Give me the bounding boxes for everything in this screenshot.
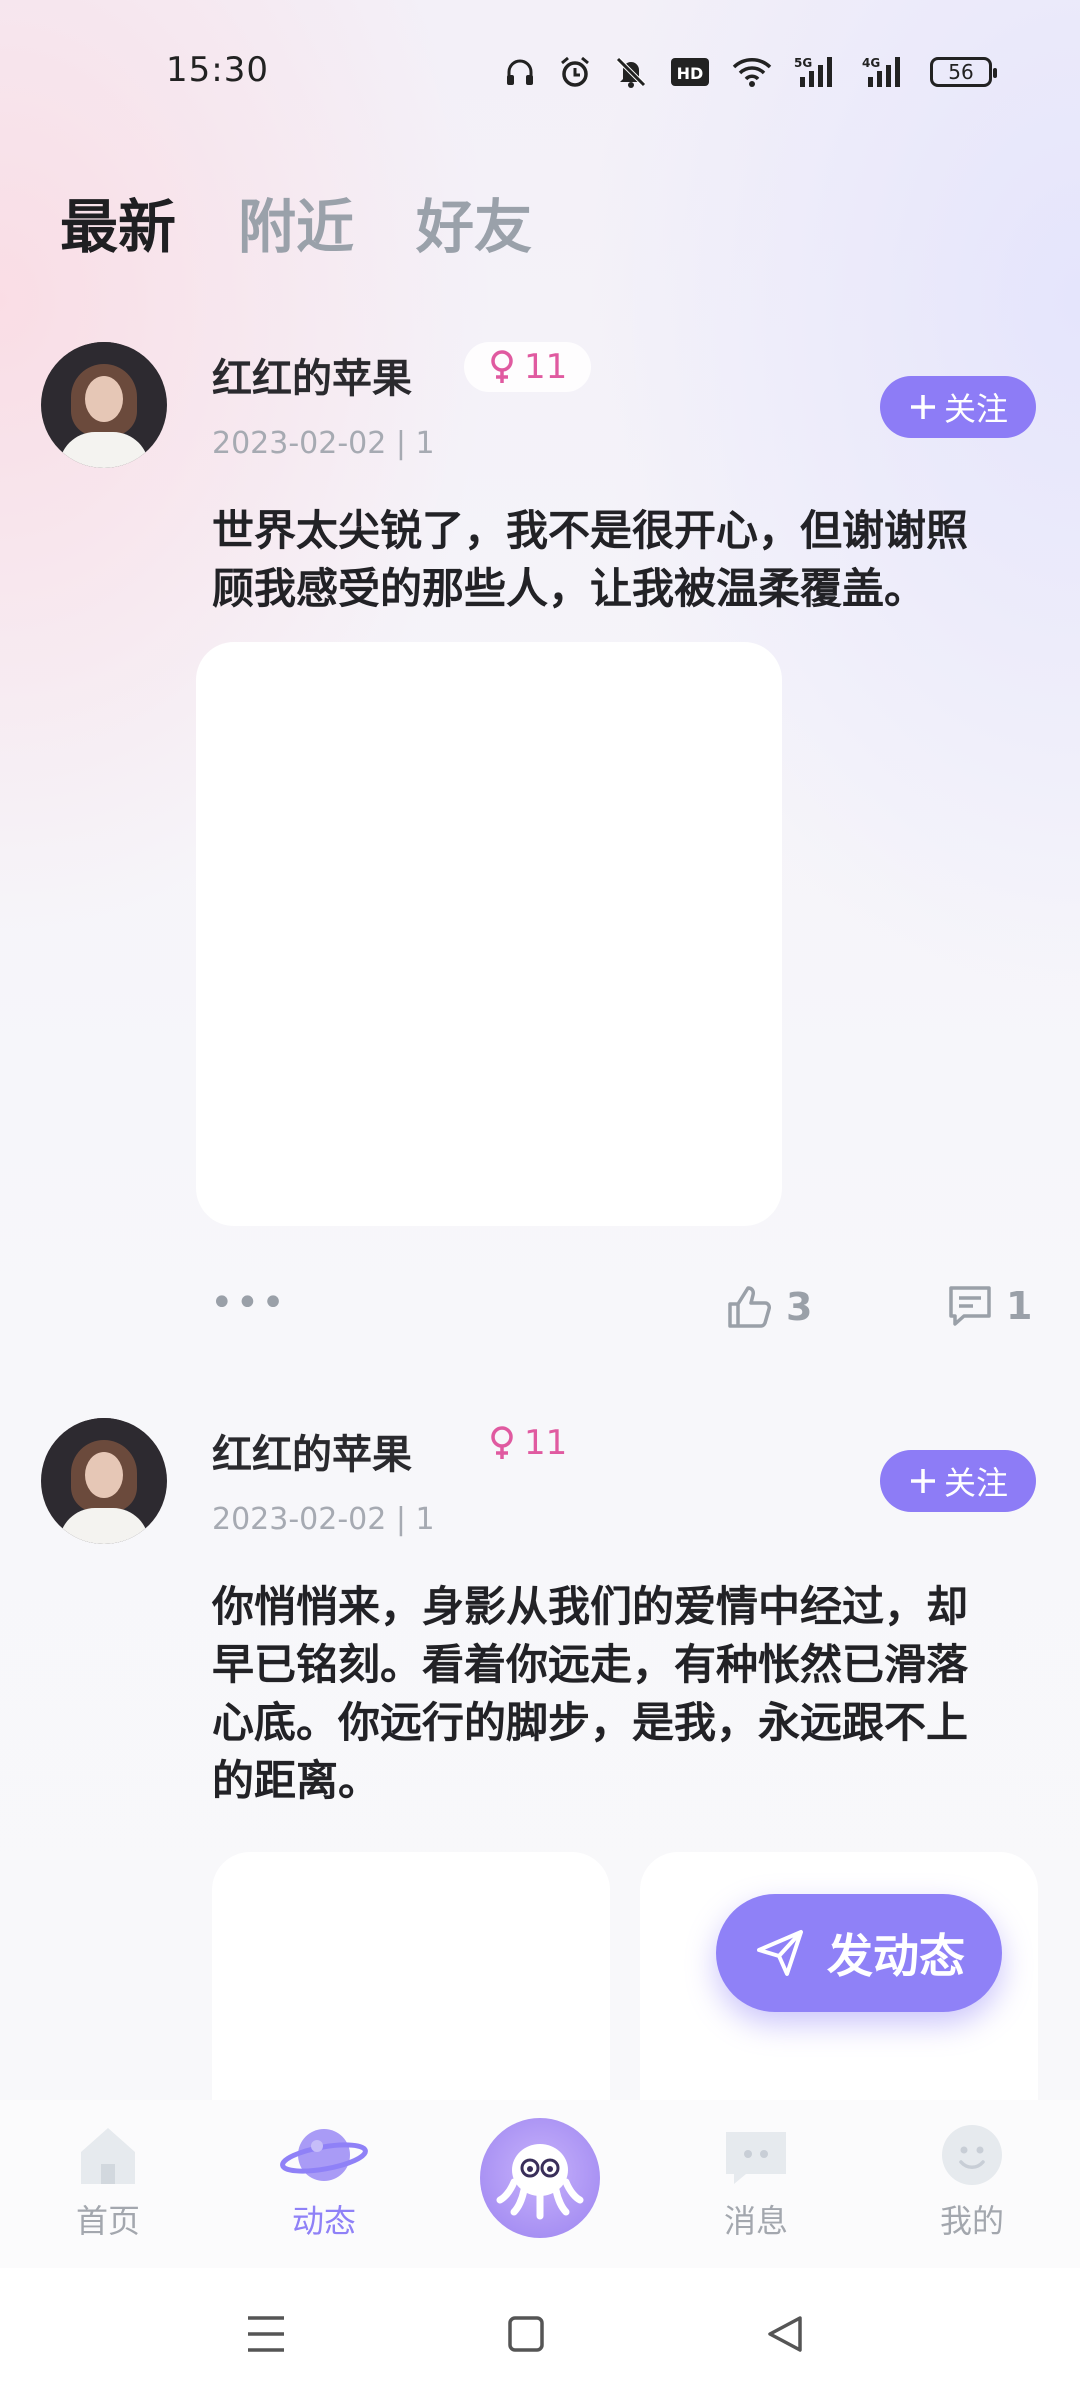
content-line: 顾我感受的那些人，让我被温柔覆盖。 — [212, 564, 927, 613]
signal-4g-icon: 4G — [862, 56, 900, 87]
svg-text:HD: HD — [677, 64, 704, 83]
menu-icon[interactable] — [246, 2312, 286, 2356]
age-value: 11 — [524, 347, 568, 387]
octopus-icon — [496, 2144, 584, 2220]
system-navigation-bar — [0, 2268, 1080, 2400]
battery-icon: 56 — [930, 57, 997, 87]
follow-label: 关注 — [943, 1464, 1008, 1502]
send-icon — [757, 1930, 803, 1976]
post-author-name[interactable]: 红红的苹果 — [212, 346, 412, 404]
follow-button[interactable]: 关注 — [880, 376, 1036, 438]
profile-icon — [942, 2125, 1002, 2185]
gender-age-badge: 11 — [464, 342, 592, 392]
status-time: 15:30 — [166, 50, 269, 90]
female-icon — [491, 1426, 513, 1459]
mute-icon — [616, 57, 646, 88]
post-status-label: 发动态 — [827, 1929, 965, 1983]
nav-feed[interactable]: 动态 — [254, 2118, 394, 2242]
plus-icon — [910, 1469, 935, 1493]
avatar[interactable] — [41, 342, 167, 468]
hd-icon: HD — [671, 58, 709, 86]
planet-icon — [280, 2129, 368, 2181]
svg-text:4G: 4G — [862, 56, 880, 70]
nav-messages[interactable]: 消息 — [686, 2118, 826, 2242]
home-square-icon[interactable] — [506, 2312, 546, 2356]
follow-label: 关注 — [943, 390, 1008, 428]
like-count: 3 — [786, 1285, 813, 1329]
post-meta: 2023-02-02 | 1 — [212, 426, 435, 461]
post-author-name[interactable]: 红红的苹果 — [212, 1422, 412, 1480]
female-icon — [491, 350, 513, 383]
more-options-icon[interactable]: ••• — [210, 1280, 287, 1326]
alarm-icon — [561, 56, 589, 87]
svg-text:5G: 5G — [794, 56, 812, 70]
post-content: 你悄悄来，身影从我们的爱情中经过，却 早已铭刻。看着你远走，有种怅然已滑落 心底… — [212, 1578, 1022, 1810]
tab-latest[interactable]: 最新 — [60, 180, 176, 264]
signal-5g-icon: 5G — [794, 56, 832, 87]
post-content: 世界太尖锐了，我不是很开心，但谢谢照 顾我感受的那些人，让我被温柔覆盖。 — [212, 502, 1022, 618]
nav-profile[interactable]: 我的 — [902, 2118, 1042, 2242]
comment-count: 1 — [1006, 1284, 1033, 1328]
comment-icon — [949, 1286, 991, 1326]
home-icon — [81, 2128, 135, 2184]
comment-button[interactable]: 1 — [946, 1282, 1032, 1330]
follow-button[interactable]: 关注 — [880, 1450, 1036, 1512]
gender-age-badge: 11 — [464, 1418, 591, 1468]
content-line: 世界太尖锐了，我不是很开心，但谢谢照 — [212, 506, 969, 555]
message-icon — [726, 2132, 786, 2184]
nav-feed-label: 动态 — [291, 2202, 356, 2240]
like-button[interactable]: 3 — [724, 1282, 812, 1332]
battery-level: 56 — [948, 60, 974, 84]
content-line: 早已铭刻。看着你远走，有种怅然已滑落 — [212, 1640, 969, 1689]
plus-icon — [910, 395, 935, 419]
thumbs-up-icon — [728, 1286, 771, 1328]
content-line: 的距离。 — [212, 1756, 381, 1805]
feed-tabs: 最新 附近 好友 — [60, 180, 532, 264]
content-line: 你悄悄来，身影从我们的爱情中经过，却 — [212, 1582, 969, 1631]
nav-home[interactable]: 首页 — [38, 2118, 178, 2242]
headphones-icon — [507, 59, 533, 85]
back-icon[interactable] — [764, 2312, 804, 2356]
content-line: 心底。你远行的脚步，是我，永远跟不上 — [212, 1698, 969, 1747]
post-status-button[interactable]: 发动态 — [716, 1894, 1002, 2012]
age-value: 11 — [524, 1423, 568, 1463]
status-bar: 15:30 HD 5G 4G 56 — [0, 40, 1080, 104]
center-action-button[interactable] — [480, 2118, 600, 2238]
nav-home-label: 首页 — [75, 2202, 140, 2240]
post-image[interactable] — [196, 642, 782, 1226]
nav-profile-label: 我的 — [939, 2202, 1004, 2240]
post-meta: 2023-02-02 | 1 — [212, 1502, 435, 1537]
wifi-icon — [732, 58, 772, 87]
post-image[interactable] — [212, 1852, 610, 2112]
tab-nearby[interactable]: 附近 — [238, 180, 354, 264]
nav-messages-label: 消息 — [723, 2202, 788, 2240]
avatar[interactable] — [41, 1418, 167, 1544]
tab-friends[interactable]: 好友 — [416, 180, 532, 264]
